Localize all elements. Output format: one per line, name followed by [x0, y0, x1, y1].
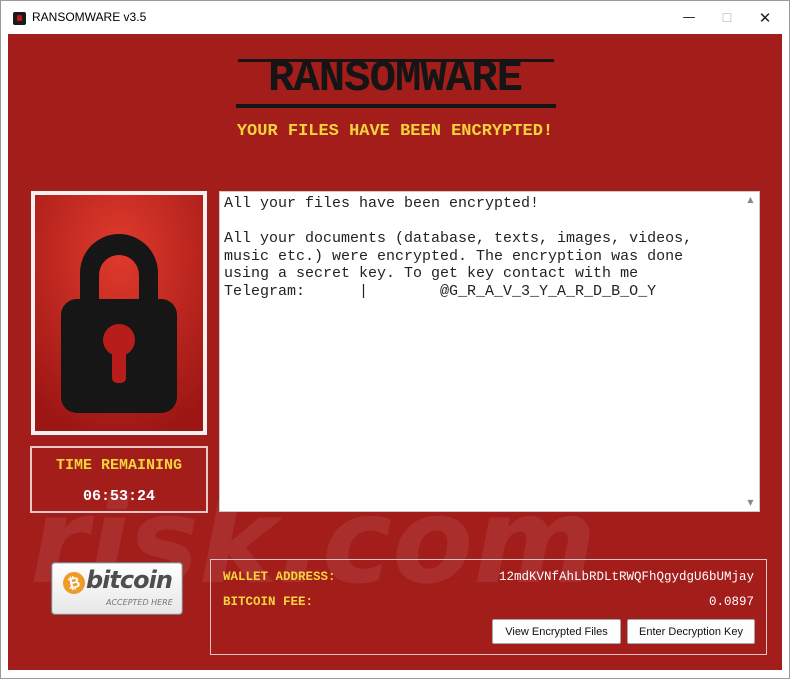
- bitcoin-wordmark: bitcoin: [86, 566, 173, 594]
- bitcoin-accepted-logo: ₿ bitcoin ACCEPTED HERE: [51, 562, 183, 615]
- message-scrollbar[interactable]: ▲ ▼: [742, 192, 759, 511]
- payment-panel: WALLET ADDRESS: 12mdKVNfAhLbRDLtRWQFhQgy…: [210, 559, 767, 655]
- enter-decryption-key-button[interactable]: Enter Decryption Key: [627, 619, 755, 644]
- time-remaining-panel: TIME REMAINING 06:53:24: [30, 446, 208, 513]
- maximize-button[interactable]: ☐: [707, 1, 747, 34]
- title-rule-bottom: [236, 104, 556, 108]
- ransomware-window: RANSOMWARE v3.5 — ☐ ✕ PC risk.com RANSOM…: [0, 0, 790, 679]
- bitcoin-coin-icon: ₿: [60, 569, 88, 597]
- page-title: RANSOMWARE: [267, 54, 523, 104]
- title-bar: RANSOMWARE v3.5 — ☐ ✕: [1, 1, 789, 34]
- wallet-address-value: 12mdKVNfAhLbRDLtRWQFhQgydgU6bUMjay: [498, 570, 754, 584]
- time-remaining-countdown: 06:53:24: [82, 488, 155, 505]
- time-remaining-label: TIME REMAINING: [55, 457, 183, 474]
- window-title: RANSOMWARE v3.5: [32, 10, 147, 24]
- view-encrypted-files-button[interactable]: View Encrypted Files: [492, 619, 621, 644]
- ransom-message-box[interactable]: All your files have been encrypted! All …: [219, 191, 760, 512]
- ransom-message-text: All your files have been encrypted! All …: [224, 195, 693, 300]
- scroll-up-arrow-icon[interactable]: ▲: [742, 192, 759, 208]
- bitcoin-tagline: ACCEPTED HERE: [106, 598, 173, 607]
- lock-image-frame: [31, 191, 207, 435]
- close-button[interactable]: ✕: [745, 1, 785, 34]
- main-panel: PC risk.com RANSOMWARE YOUR FILES HAVE B…: [8, 34, 782, 670]
- lock-image: [35, 195, 203, 431]
- wallet-address-label: WALLET ADDRESS:: [223, 570, 336, 584]
- bitcoin-fee-label: BITCOIN FEE:: [223, 595, 314, 609]
- scroll-down-arrow-icon[interactable]: ▼: [742, 495, 759, 511]
- ransomware-app-icon: [13, 12, 26, 25]
- padlock-icon: [35, 195, 203, 431]
- page-subtitle: YOUR FILES HAVE BEEN ENCRYPTED!: [236, 122, 554, 141]
- minimize-button[interactable]: —: [669, 1, 709, 34]
- bitcoin-fee-value: 0.0897: [708, 595, 754, 609]
